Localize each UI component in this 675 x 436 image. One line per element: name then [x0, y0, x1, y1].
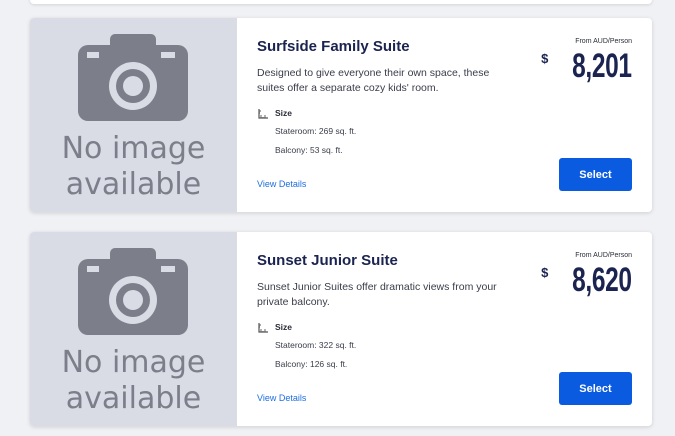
- size-label: Size: [275, 108, 293, 118]
- select-button[interactable]: Select: [559, 158, 632, 191]
- currency-symbol: $: [541, 51, 549, 66]
- ruler-corner-icon: [258, 323, 268, 333]
- suite-description: Sunset Junior Suites offer dramatic view…: [257, 281, 497, 308]
- suite-image-placeholder: No image available: [30, 232, 237, 426]
- price-amount: 8,201: [572, 47, 633, 85]
- price-from-label: From AUD/Person: [575, 252, 632, 259]
- suite-image-placeholder: No image available: [30, 18, 237, 212]
- view-details-link[interactable]: View Details: [257, 393, 306, 403]
- balcony-size: Balcony: 53 sq. ft.: [275, 145, 343, 155]
- suite-title: Surfside Family Suite: [257, 38, 410, 55]
- previous-card-edge: [30, 0, 652, 4]
- camera-icon: [78, 34, 188, 121]
- no-image-text-line1: No image: [61, 345, 206, 380]
- stateroom-size: Stateroom: 322 sq. ft.: [275, 340, 357, 350]
- select-button[interactable]: Select: [559, 372, 632, 405]
- stateroom-size: Stateroom: 269 sq. ft.: [275, 126, 357, 136]
- no-image-text-line2: available: [65, 381, 202, 416]
- suite-card: No image available Sunset Junior Suite S…: [30, 232, 652, 426]
- no-image-text-line1: No image: [61, 131, 206, 166]
- no-image-text-line2: available: [65, 167, 202, 202]
- currency-symbol: $: [541, 265, 549, 280]
- price: $ 8,201: [541, 48, 632, 84]
- balcony-size: Balcony: 126 sq. ft.: [275, 359, 348, 369]
- price-from-label: From AUD/Person: [575, 38, 632, 45]
- price-amount: 8,620: [572, 261, 633, 299]
- camera-icon: [78, 248, 188, 335]
- suite-card: No image available Surfside Family Suite…: [30, 18, 652, 212]
- size-label: Size: [275, 322, 293, 332]
- suite-description: Designed to give everyone their own spac…: [257, 67, 490, 94]
- view-details-link[interactable]: View Details: [257, 179, 306, 189]
- price: $ 8,620: [541, 262, 632, 298]
- ruler-corner-icon: [258, 109, 268, 119]
- suite-title: Sunset Junior Suite: [257, 252, 398, 269]
